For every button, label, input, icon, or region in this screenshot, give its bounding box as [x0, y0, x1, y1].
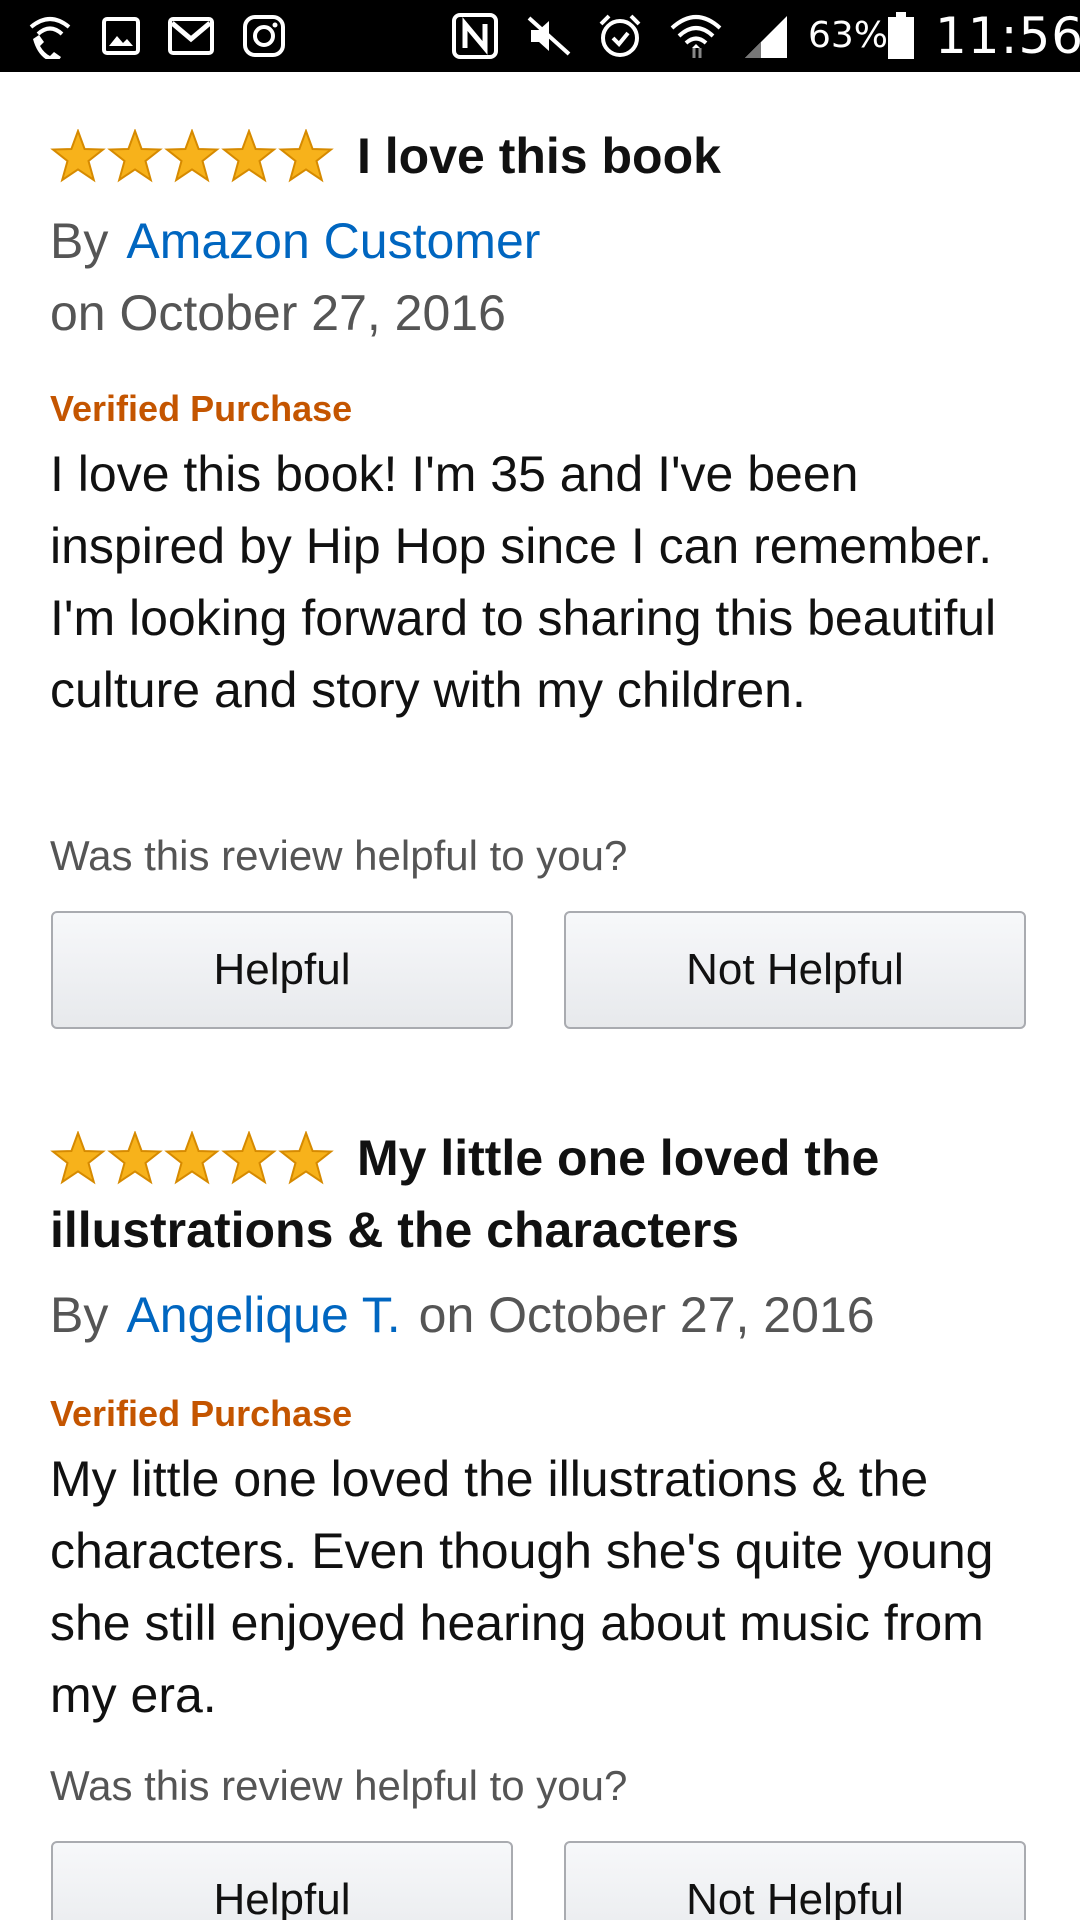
battery-percent: 63% — [808, 15, 889, 56]
star-rating — [50, 129, 334, 183]
helpful-question: Was this review helpful to you? — [50, 1762, 628, 1809]
review-byline: By Amazon Customer — [50, 206, 558, 276]
gallery-icon — [98, 12, 144, 60]
wifi-icon — [668, 12, 724, 60]
author-link[interactable]: Amazon Customer — [126, 213, 540, 269]
by-label: By — [50, 213, 109, 269]
reviews-list: I love this book By Amazon Customer on Oc… — [0, 72, 1080, 1920]
helpful-button[interactable]: Helpful — [51, 911, 513, 1029]
star-icon — [50, 129, 106, 183]
star-icon — [221, 129, 277, 183]
instagram-icon — [240, 12, 288, 60]
review-body: I love this book! I'm 35 and I've been i… — [50, 446, 997, 718]
review-body: My little one loved the illustrations & … — [50, 1451, 994, 1723]
author-link[interactable]: Angelique T. — [126, 1287, 400, 1343]
verified-purchase-badge: Verified Purchase — [50, 388, 353, 429]
gmail-icon — [166, 12, 216, 60]
battery-icon — [884, 12, 918, 60]
verified-purchase-badge: Verified Purchase — [50, 1393, 353, 1434]
nfc-icon — [448, 12, 502, 60]
review-byline: By Angelique T. on October 27, 2016 — [50, 1280, 875, 1350]
star-icon — [278, 129, 334, 183]
review-date: on October 27, 2016 — [418, 1287, 875, 1343]
wifi-calling-icon — [22, 12, 78, 60]
review-date: on October 27, 2016 — [50, 285, 506, 341]
by-label: By — [50, 1287, 109, 1343]
not-helpful-button[interactable]: Not Helpful — [564, 911, 1026, 1029]
helpful-button[interactable]: Helpful — [51, 1841, 513, 1920]
not-helpful-button[interactable]: Not Helpful — [564, 1841, 1026, 1920]
helpful-question: Was this review helpful to you? — [50, 832, 628, 879]
star-icon — [107, 129, 163, 183]
clock: 11:56 — [935, 7, 1080, 65]
star-icon — [164, 129, 220, 183]
review-title[interactable]: My little one loved the illustrations & … — [50, 1122, 1030, 1266]
alarm-icon — [594, 12, 646, 60]
status-bar: 63% 11:56 — [0, 0, 1080, 72]
signal-icon — [740, 12, 792, 60]
mute-icon — [522, 12, 576, 60]
review-title[interactable]: I love this book — [357, 120, 1037, 192]
